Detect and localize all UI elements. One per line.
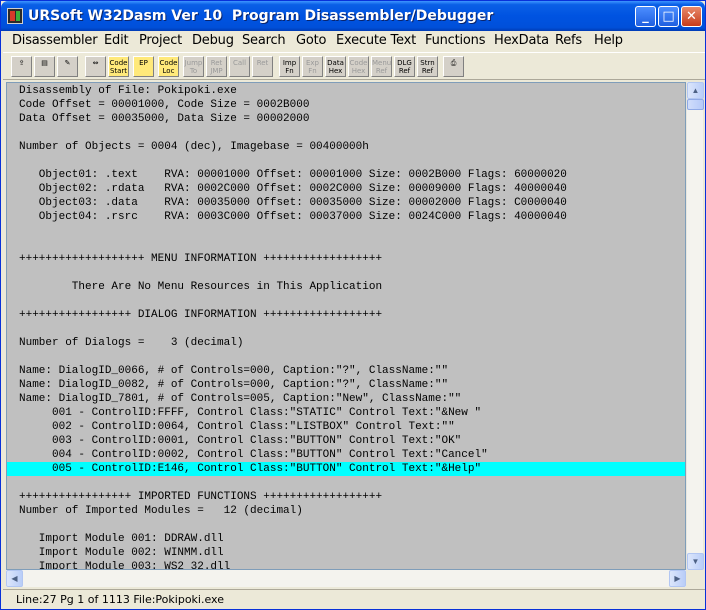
listing-line[interactable] xyxy=(7,266,685,280)
imp-fn-icon[interactable]: Imp Fn xyxy=(279,56,300,77)
listing-line[interactable] xyxy=(7,238,685,252)
listing-line[interactable]: Object02: .rdata RVA: 0002C000 Offset: 0… xyxy=(7,182,685,196)
listing-line[interactable]: 003 - ControlID:0001, Control Class:"BUT… xyxy=(7,434,685,448)
listing-line[interactable]: +++++++++++++++++++ MENU INFORMATION +++… xyxy=(7,252,685,266)
disassembly-view[interactable]: Disassembly of File: Pokipoki.exe Code Of… xyxy=(6,82,686,570)
goto-code-start-label: Code Start xyxy=(109,59,128,75)
menu-goto[interactable]: Goto xyxy=(296,33,326,48)
jump-to-label: Jump To xyxy=(184,59,203,75)
call-label: Call xyxy=(232,59,247,67)
goto-code-loc-icon[interactable]: Code Loc xyxy=(158,56,179,77)
menu-hexdata[interactable]: HexData xyxy=(494,33,549,48)
listing-line[interactable]: Disassembly of File: Pokipoki.exe xyxy=(7,84,685,98)
save-file-icon[interactable]: ▤ xyxy=(34,56,55,77)
vertical-scrollbar[interactable]: ▲ ▼ xyxy=(686,82,704,570)
jump-to-icon[interactable]: Jump To xyxy=(183,56,204,77)
status-bar: Line:27 Pg 1 of 1113 File:Pokipoki.exe xyxy=(3,589,705,609)
listing-line[interactable] xyxy=(7,518,685,532)
listing-line[interactable]: Name: DialogID_0082, # of Controls=000, … xyxy=(7,378,685,392)
ret-call-icon[interactable]: Ret xyxy=(252,56,273,77)
exp-fn-icon[interactable]: Exp Fn xyxy=(302,56,323,77)
menu-search[interactable]: Search xyxy=(242,33,286,48)
ret-jmp-label: Ret JMP xyxy=(210,59,223,75)
horizontal-scrollbar[interactable]: ◀ ▶ xyxy=(6,570,686,587)
data-hex-icon[interactable]: Data Hex xyxy=(325,56,346,77)
listing-line[interactable] xyxy=(7,154,685,168)
data-hex-label: Data Hex xyxy=(327,59,344,75)
dlg-ref-icon[interactable]: DLG Ref xyxy=(394,56,415,77)
listing-line[interactable]: Object04: .rsrc RVA: 0003C000 Offset: 00… xyxy=(7,210,685,224)
menu-functions[interactable]: Functions xyxy=(425,33,485,48)
listing-line[interactable]: Name: DialogID_7801, # of Controls=005, … xyxy=(7,392,685,406)
listing-line[interactable]: +++++++++++++++++ DIALOG INFORMATION +++… xyxy=(7,308,685,322)
listing-line[interactable]: Import Module 003: WS2_32.dll xyxy=(7,560,685,569)
menu-edit[interactable]: Edit xyxy=(104,33,129,48)
menu-help[interactable]: Help xyxy=(594,33,623,48)
listing-line[interactable]: Object01: .text RVA: 00001000 Offset: 00… xyxy=(7,168,685,182)
open-file-icon[interactable]: ⇪ xyxy=(11,56,32,77)
print-icon[interactable]: ✎ xyxy=(57,56,78,77)
listing-line[interactable]: 004 - ControlID:0002, Control Class:"BUT… xyxy=(7,448,685,462)
status-text: Line:27 Pg 1 of 1113 File:Pokipoki.exe xyxy=(16,593,224,606)
menu-ref-label: Menu Ref xyxy=(372,59,392,75)
listing-line[interactable]: Number of Dialogs = 3 (decimal) xyxy=(7,336,685,350)
listing-line[interactable]: Data Offset = 00035000, Data Size = 0000… xyxy=(7,112,685,126)
strn-ref-label: Strn Ref xyxy=(420,59,435,75)
menu-execute-text[interactable]: Execute Text xyxy=(336,33,416,48)
listing-line[interactable]: Name: DialogID_0066, # of Controls=000, … xyxy=(7,364,685,378)
listing-line[interactable] xyxy=(7,126,685,140)
listing-line[interactable]: There Are No Menu Resources in This Appl… xyxy=(7,280,685,294)
maximize-button[interactable]: □ xyxy=(658,6,679,27)
listing-line[interactable] xyxy=(7,476,685,490)
listing-line[interactable] xyxy=(7,322,685,336)
goto-ep-label: EP xyxy=(139,59,148,67)
close-button[interactable]: ✕ xyxy=(681,6,702,27)
strn-ref-icon[interactable]: Strn Ref xyxy=(417,56,438,77)
minimize-button[interactable]: _ xyxy=(635,6,656,27)
selected-listing-line[interactable]: 005 - ControlID:E146, Control Class:"BUT… xyxy=(7,462,685,476)
title-bar[interactable]: URSoft W32Dasm Ver 10 Program Disassembl… xyxy=(1,1,705,31)
code-hex-label: Code Hex xyxy=(349,59,368,75)
toolbar: ⇪ ▤ ✎ ⇔ Code Start EP Code Loc Jump To R… xyxy=(3,52,705,80)
listing-line[interactable]: Object03: .data RVA: 00035000 Offset: 00… xyxy=(7,196,685,210)
listing-line[interactable]: +++++++++++++++++ IMPORTED FUNCTIONS +++… xyxy=(7,490,685,504)
scrollbar-corner xyxy=(686,570,703,587)
listing-line[interactable]: 001 - ControlID:FFFF, Control Class:"STA… xyxy=(7,406,685,420)
menu-bar: Disassembler Edit Project Debug Search G… xyxy=(3,31,705,51)
call-icon[interactable]: Call xyxy=(229,56,250,77)
code-hex-icon[interactable]: Code Hex xyxy=(348,56,369,77)
goto-code-loc-label: Code Loc xyxy=(159,59,178,75)
menu-refs[interactable]: Refs xyxy=(555,33,582,48)
listing-line[interactable] xyxy=(7,294,685,308)
vertical-scroll-thumb[interactable] xyxy=(687,99,704,110)
listing-line[interactable]: Import Module 001: DDRAW.dll xyxy=(7,532,685,546)
app-icon[interactable] xyxy=(7,8,23,24)
listing-line[interactable] xyxy=(7,224,685,238)
menu-project[interactable]: Project xyxy=(139,33,182,48)
ret-call-label: Ret xyxy=(256,59,269,67)
menu-debug[interactable]: Debug xyxy=(192,33,234,48)
menu-disassembler[interactable]: Disassembler xyxy=(12,33,98,48)
listing-line[interactable]: Import Module 002: WINMM.dll xyxy=(7,546,685,560)
printer-icon[interactable]: ⎙ xyxy=(443,56,464,77)
listing-line[interactable]: Code Offset = 00001000, Code Size = 0002… xyxy=(7,98,685,112)
scroll-left-button[interactable]: ◀ xyxy=(6,570,23,587)
dlg-ref-label: DLG Ref xyxy=(397,59,412,75)
listing-line[interactable] xyxy=(7,350,685,364)
app-window: URSoft W32Dasm Ver 10 Program Disassembl… xyxy=(0,0,706,610)
scroll-down-button[interactable]: ▼ xyxy=(687,553,704,570)
menu-ref-icon[interactable]: Menu Ref xyxy=(371,56,392,77)
listing-line[interactable]: 002 - ControlID:0064, Control Class:"LIS… xyxy=(7,420,685,434)
goto-ep-icon[interactable]: EP xyxy=(133,56,154,77)
goto-code-start-icon[interactable]: Code Start xyxy=(108,56,129,77)
step-icon[interactable]: ⇔ xyxy=(85,56,106,77)
imp-fn-label: Imp Fn xyxy=(282,59,297,75)
listing-line[interactable]: Number of Imported Modules = 12 (decimal… xyxy=(7,504,685,518)
scroll-right-button[interactable]: ▶ xyxy=(669,570,686,587)
ret-jmp-icon[interactable]: Ret JMP xyxy=(206,56,227,77)
window-title: URSoft W32Dasm Ver 10 Program Disassembl… xyxy=(28,8,494,24)
listing-line[interactable]: Number of Objects = 0004 (dec), Imagebas… xyxy=(7,140,685,154)
exp-fn-label: Exp Fn xyxy=(305,59,319,75)
scroll-up-button[interactable]: ▲ xyxy=(687,82,704,99)
